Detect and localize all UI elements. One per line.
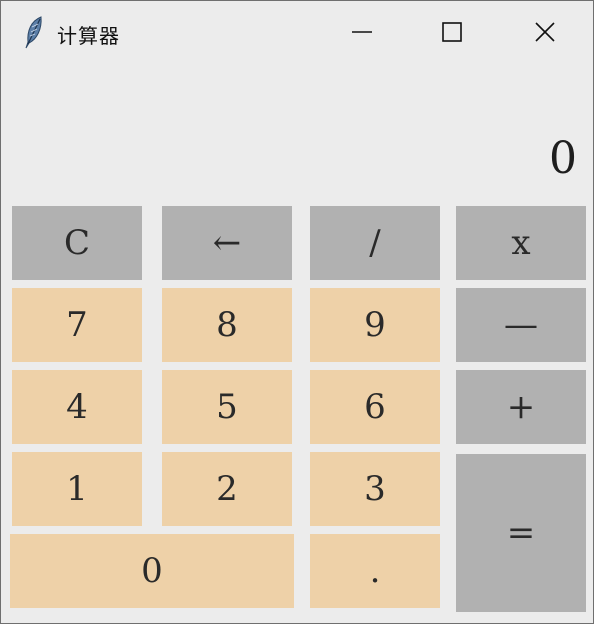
minimize-button[interactable]: [339, 9, 385, 55]
digit-8-button[interactable]: 8: [162, 288, 292, 362]
title-bar[interactable]: 计算器: [1, 1, 593, 63]
digit-2-button[interactable]: 2: [162, 452, 292, 526]
digit-6-button[interactable]: 6: [310, 370, 440, 444]
minus-button[interactable]: —: [456, 288, 586, 362]
feather-icon: [23, 15, 45, 49]
multiply-button[interactable]: x: [456, 206, 586, 280]
calculator-window: 计算器 0 C ← / x 7 8 9 — 4 5 6 + 1 2 3 = 0 …: [0, 0, 594, 624]
plus-button[interactable]: +: [456, 370, 586, 444]
close-icon: [535, 22, 555, 42]
digit-3-button[interactable]: 3: [310, 452, 440, 526]
maximize-icon: [442, 22, 462, 42]
decimal-point-button[interactable]: .: [310, 534, 440, 608]
equals-button[interactable]: =: [456, 454, 586, 612]
digit-5-button[interactable]: 5: [162, 370, 292, 444]
digit-9-button[interactable]: 9: [310, 288, 440, 362]
minimize-icon: [352, 31, 372, 33]
digit-4-button[interactable]: 4: [12, 370, 142, 444]
result-display: 0: [549, 133, 577, 184]
digit-1-button[interactable]: 1: [12, 452, 142, 526]
maximize-button[interactable]: [429, 9, 475, 55]
divide-button[interactable]: /: [310, 206, 440, 280]
clear-button[interactable]: C: [12, 206, 142, 280]
digit-0-button[interactable]: 0: [10, 534, 294, 608]
window-title: 计算器: [57, 24, 120, 48]
digit-7-button[interactable]: 7: [12, 288, 142, 362]
backspace-button[interactable]: ←: [162, 206, 292, 280]
close-button[interactable]: [522, 9, 568, 55]
